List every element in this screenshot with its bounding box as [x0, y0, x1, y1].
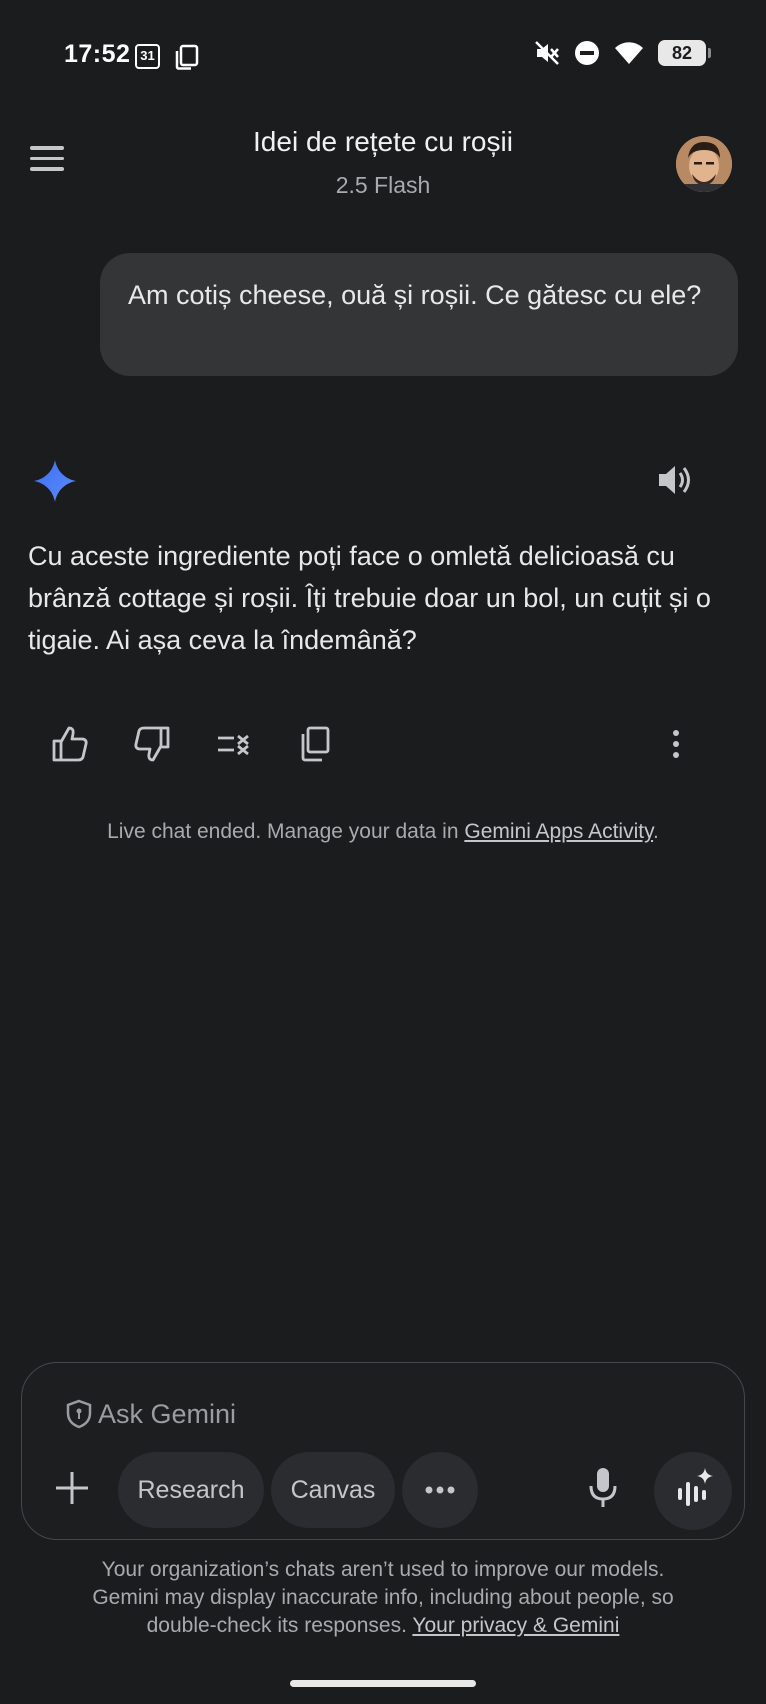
thumbs-down-icon[interactable] [132, 724, 172, 764]
avatar[interactable] [676, 136, 732, 192]
conversation-title: Idei de rețete cu roșii [253, 126, 513, 157]
gemini-live-button[interactable] [654, 1452, 732, 1530]
model-selector[interactable]: 2.5 Flash [0, 172, 766, 199]
microphone-icon[interactable] [588, 1466, 618, 1510]
battery-icon: 82 [658, 40, 711, 66]
speaker-icon[interactable] [657, 462, 695, 498]
disclaimer: Your organization’s chats aren’t used to… [92, 1558, 674, 1637]
copy-notification-icon [175, 44, 199, 70]
more-horiz-icon [425, 1486, 455, 1494]
home-indicator[interactable] [290, 1680, 476, 1687]
wifi-icon [615, 42, 643, 64]
gemini-sparkle-icon [34, 460, 76, 502]
add-attachment-icon[interactable] [52, 1468, 92, 1508]
thumbs-up-icon[interactable] [50, 724, 90, 764]
research-chip[interactable]: Research [118, 1452, 264, 1528]
live-waveform-icon [678, 1468, 713, 1506]
dnd-icon [575, 41, 599, 65]
privacy-link[interactable]: Your privacy & Gemini [412, 1614, 619, 1637]
gemini-apps-activity-link[interactable]: Gemini Apps Activity [464, 820, 653, 843]
modify-response-icon[interactable] [214, 724, 254, 764]
status-time: 17:52 [64, 40, 131, 68]
status-icons: 82 [534, 40, 711, 66]
more-tools-button[interactable] [402, 1452, 478, 1528]
mute-icon [535, 41, 559, 65]
live-chat-notice: Live chat ended. Manage your data in Gem… [107, 820, 659, 843]
canvas-chip[interactable]: Canvas [271, 1452, 395, 1528]
ask-gemini-input[interactable]: Ask Gemini [66, 1392, 236, 1436]
copy-icon[interactable] [296, 724, 336, 764]
calendar-icon: 31 [135, 44, 160, 69]
ask-gemini-placeholder: Ask Gemini [98, 1398, 237, 1429]
more-vert-icon[interactable] [656, 724, 696, 764]
shield-icon [66, 1399, 92, 1429]
gemini-response-text: Cu aceste ingrediente poți face o omletă… [28, 541, 711, 655]
user-message-bubble: Am cotiș cheese, ouă și roșii. Ce gătesc… [100, 253, 738, 376]
